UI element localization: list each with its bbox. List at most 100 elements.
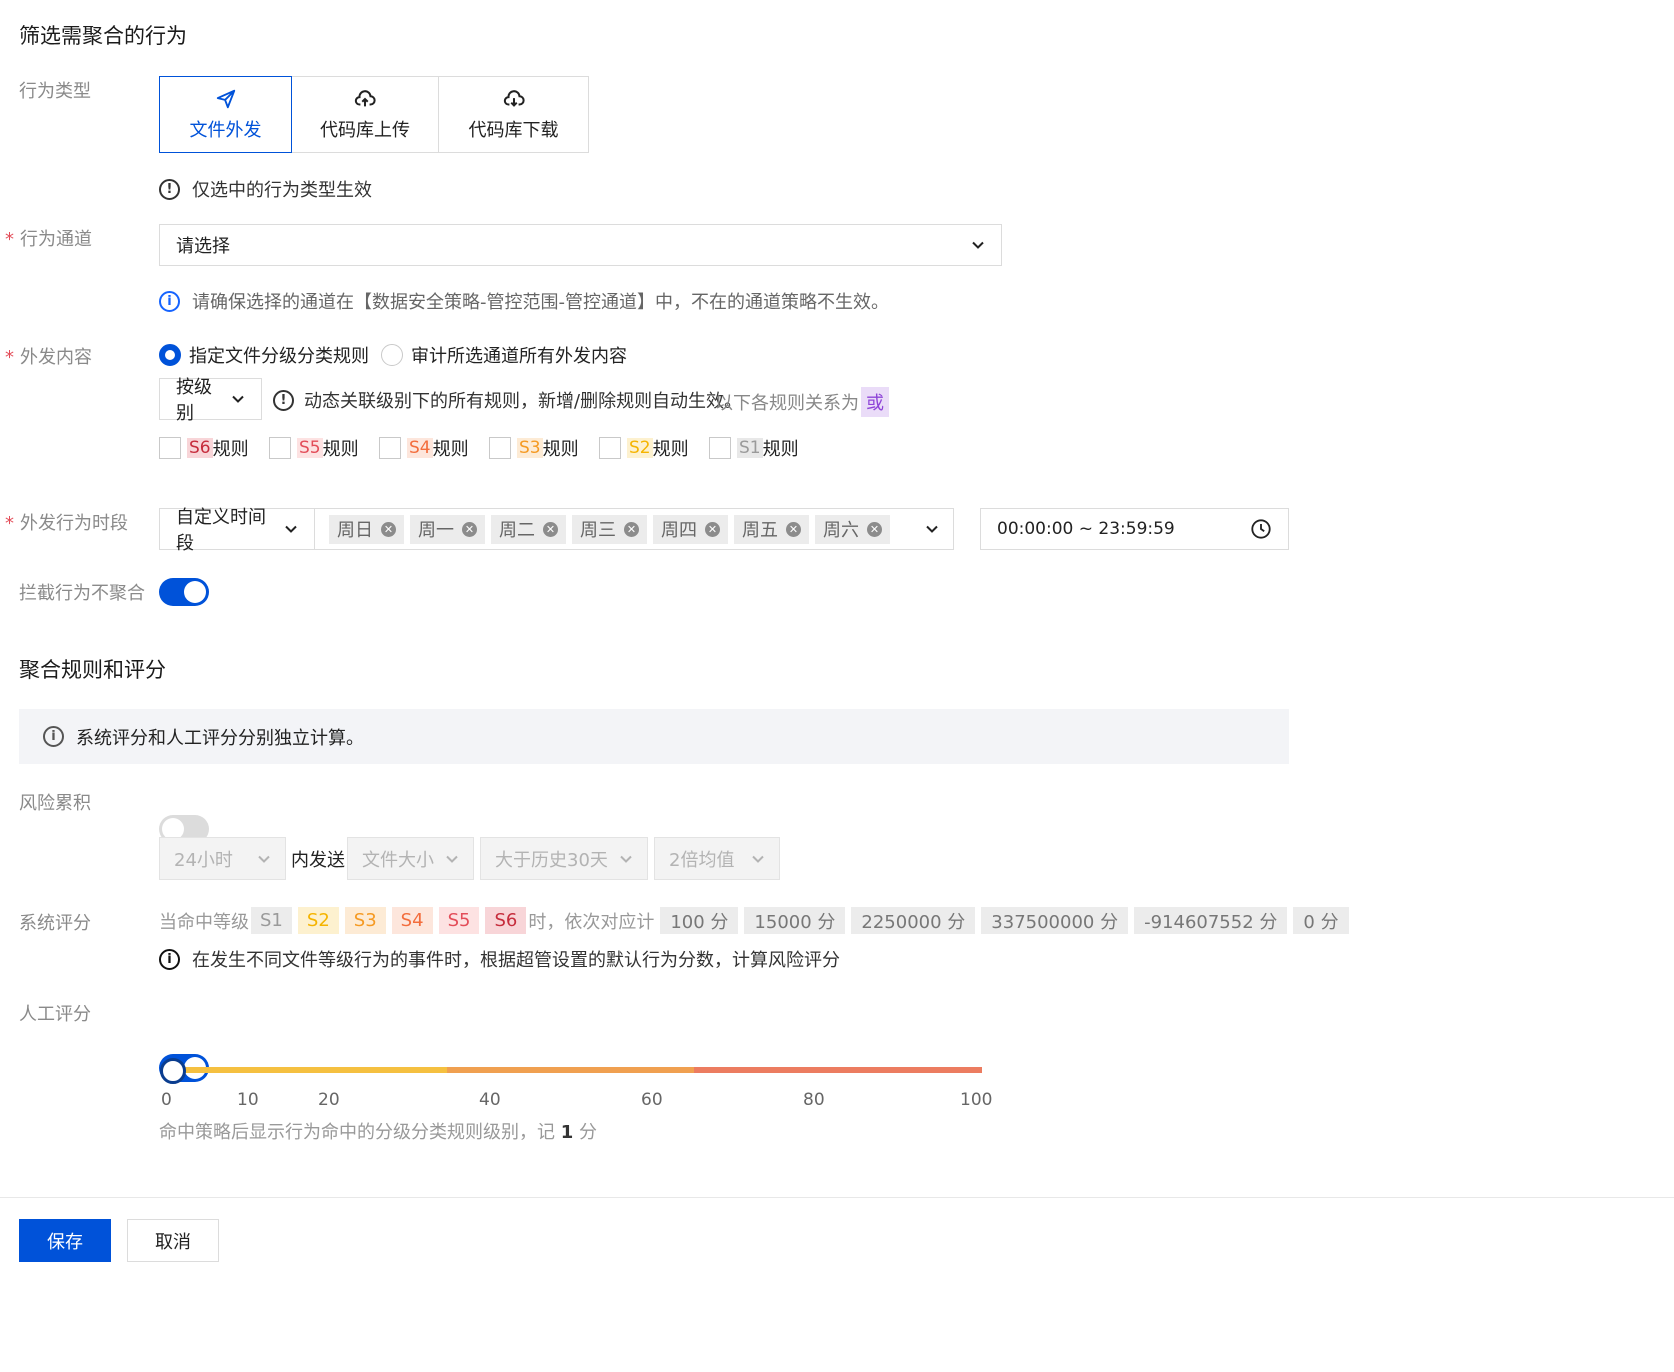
chevron-down-icon [926,525,938,533]
day-tag[interactable]: 周四 ✕ [653,514,728,544]
system-score-prefix: 当命中等级 [159,911,249,933]
level-badge: S3 [517,438,543,458]
by-level-select[interactable]: 按级别 [159,377,262,424]
level-badge: S4 [391,907,433,934]
info-icon: i [43,726,64,747]
rule-checkbox-s2[interactable]: S2 规则 [599,435,709,461]
slider-segment-yellow [165,1067,447,1073]
rule-checkbox-s6[interactable]: S6 规则 [159,435,269,461]
day-tag-label: 周五 [742,520,778,541]
level-badge: S3 [344,907,386,934]
level-badge: S5 [297,438,323,458]
switch-knob [184,581,206,603]
compare-value: 大于历史30天 [495,849,608,871]
time-range-value: 00:00:00 ~ 23:59:59 [997,519,1175,539]
close-icon[interactable]: ✕ [705,521,720,537]
info-banner-text: 系统评分和人工评分分别独立计算。 [76,727,364,749]
day-tag[interactable]: 周一 ✕ [410,514,485,544]
rule-checkbox-s4[interactable]: S4 规则 [379,435,489,461]
slider-handle[interactable] [160,1058,186,1084]
factor-select[interactable]: 2倍均值 [654,837,780,880]
radio-dot [381,344,403,366]
chevron-down-icon [258,855,270,863]
system-score-row: 当命中等级 S1 S2 S3 S4 S5 S6 时，依次对应计 100 分 15… [159,907,1349,934]
day-tag-label: 周二 [499,520,535,541]
rule-suffix: 规则 [542,439,579,460]
rule-checkbox-s5[interactable]: S5 规则 [269,435,379,461]
close-icon[interactable]: ✕ [543,521,558,537]
slider-tick-label: 20 [318,1090,340,1110]
cancel-button[interactable]: 取消 [127,1219,219,1262]
risk-accum-label: 风险累积 [19,793,91,814]
day-tag-label: 周一 [418,520,454,541]
channel-tip-text: 请确保选择的通道在【数据安全策略-管控范围-管控通道】中，不在的通道策略不生效。 [192,292,889,313]
manual-score-note: 命中策略后显示行为命中的分级分类规则级别，记 1 分 [159,1118,597,1144]
period-mode-value: 自定义时间段 [176,507,266,554]
close-icon[interactable]: ✕ [786,521,801,537]
day-tag[interactable]: 周三 ✕ [572,514,647,544]
rule-checkbox-s3[interactable]: S3 规则 [489,435,599,461]
save-button[interactable]: 保存 [19,1219,111,1262]
chevron-down-icon [620,855,632,863]
footer-divider [0,1197,1674,1198]
window-select[interactable]: 24小时 [159,837,286,880]
score-slider-track[interactable] [165,1067,982,1073]
close-icon[interactable]: ✕ [867,521,882,537]
close-icon[interactable]: ✕ [462,521,477,537]
compare-select[interactable]: 大于历史30天 [480,837,648,880]
level-badge: S1 [251,907,292,934]
radio-audit-all[interactable]: 审计所选通道所有外发内容 [381,342,627,368]
score-section-title: 聚合规则和评分 [19,658,166,682]
system-score-tip-text: 在发生不同文件等级行为的事件时，根据超管设置的默认行为分数，计算风险评分 [192,950,840,971]
weekday-multiselect[interactable]: 周日 ✕ 周一 ✕ 周二 ✕ 周三 ✕ 周四 ✕ 周五 ✕ 周六 ✕ [314,508,954,550]
day-tag[interactable]: 周六 ✕ [815,514,890,544]
system-score-tip: i 在发生不同文件等级行为的事件时，根据超管设置的默认行为分数，计算风险评分 [159,946,840,972]
info-icon: ! [159,178,180,200]
score-value: 337500000 分 [981,907,1129,934]
required-mark: * [5,347,14,368]
radio-dot-checked [159,344,181,366]
score-value: 100 分 [660,907,739,934]
score-value: 2250000 分 [851,907,976,934]
day-tag[interactable]: 周二 ✕ [491,514,566,544]
radio-specify-rules[interactable]: 指定文件分级分类规则 [159,342,369,368]
checkbox-box [269,437,291,459]
slider-tick-label: 100 [960,1090,993,1110]
metric-select[interactable]: 文件大小 [347,837,474,880]
paper-plane-icon [216,89,235,108]
no-aggregate-label: 拦截行为不聚合 [19,583,145,604]
required-mark: * [5,513,14,534]
radio-label: 指定文件分级分类规则 [189,346,369,367]
channel-label-text: 行为通道 [20,229,92,250]
rule-checkbox-s1[interactable]: S1 规则 [709,435,819,461]
chevron-down-icon [232,395,244,403]
rule-relation-text: 以下各规则关系为 [715,393,859,414]
behavior-card-repo-download[interactable]: 代码库下载 [439,76,589,153]
no-aggregate-switch[interactable] [159,578,209,606]
close-icon[interactable]: ✕ [381,521,396,537]
manual-score-note-value: 1 [560,1122,574,1143]
channel-select[interactable]: 请选择 [159,224,1002,266]
slider-ticks: 0 10 20 40 60 80 100 [0,1090,1000,1114]
behavior-type-cards: 文件外发 代码库上传 代码库下载 [159,76,589,153]
or-badge: 或 [861,387,889,417]
checkbox-box [489,437,511,459]
slider-tick-label: 10 [237,1090,259,1110]
score-value: 0 分 [1293,907,1349,934]
slider-segment-orange [447,1067,694,1073]
behavior-card-file-send[interactable]: 文件外发 [159,76,292,153]
period-mode-select[interactable]: 自定义时间段 [159,507,315,554]
day-tag[interactable]: 周五 ✕ [734,514,809,544]
time-range-picker[interactable]: 00:00:00 ~ 23:59:59 [980,508,1289,550]
system-score-middle: 时，依次对应计 [528,911,655,933]
by-level-tip: ! 动态关联级别下的所有规则，新增/删除规则自动生效。 [273,387,742,413]
chevron-down-icon [972,241,984,249]
rule-suffix: 规则 [652,439,689,460]
manual-score-note-prefix: 命中策略后显示行为命中的分级分类规则级别，记 [159,1122,555,1143]
content-label: * 外发内容 [5,343,92,369]
metric-value: 文件大小 [362,849,434,871]
behavior-card-repo-upload[interactable]: 代码库上传 [292,76,439,153]
rule-checkbox-group: S6 规则 S5 规则 S4 规则 S3 规则 S2 规则 S1 规则 [159,435,819,461]
close-icon[interactable]: ✕ [624,521,639,537]
day-tag[interactable]: 周日 ✕ [329,514,404,544]
